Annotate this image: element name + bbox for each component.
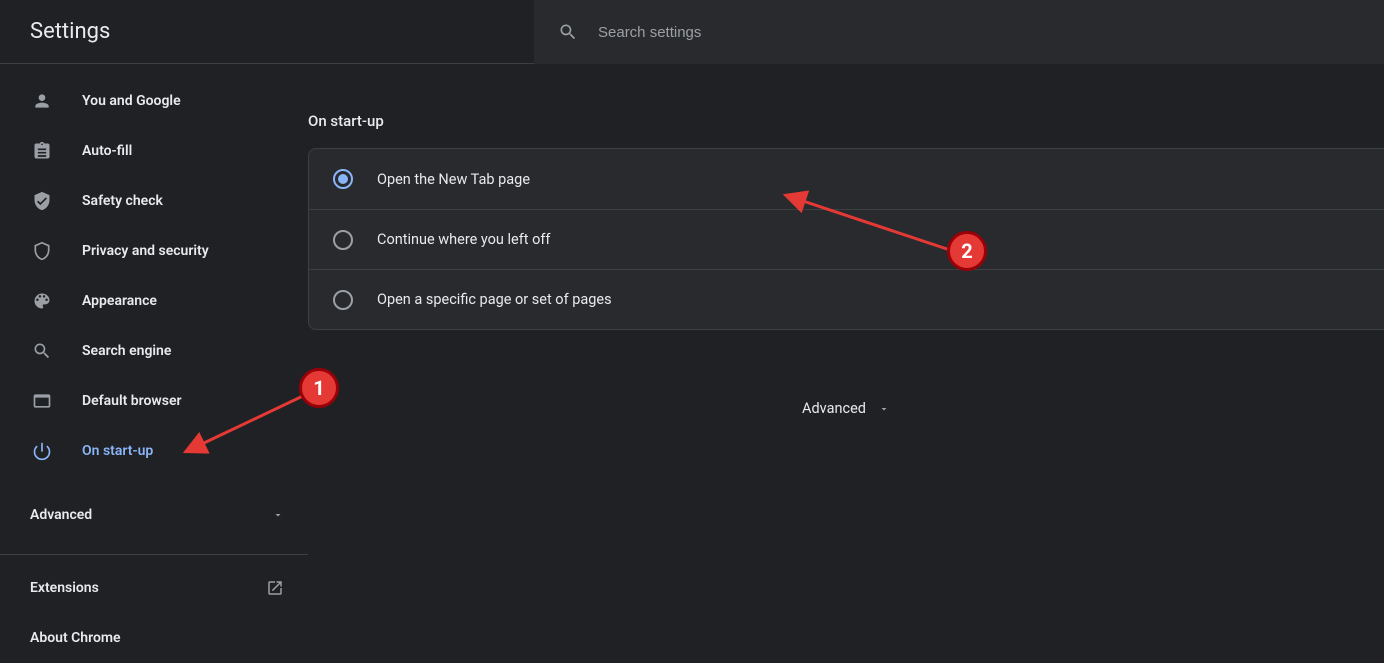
sidebar-item-auto-fill[interactable]: Auto-fill [0, 126, 308, 176]
sidebar-item-label: You and Google [82, 93, 181, 109]
sidebar-item-about-chrome[interactable]: About Chrome [0, 613, 308, 663]
sidebar-item-label: Default browser [82, 393, 182, 409]
startup-options-card: Open the New Tab page Continue where you… [308, 148, 1384, 330]
sidebar-item-default-browser[interactable]: Default browser [0, 376, 308, 426]
sidebar-item-label: Auto-fill [82, 143, 132, 159]
search-icon [30, 339, 54, 363]
option-label: Open a specific page or set of pages [377, 291, 612, 308]
browser-icon [30, 389, 54, 413]
chevron-down-icon [878, 403, 890, 415]
page-title: Settings [0, 19, 110, 44]
radio-icon [333, 230, 353, 250]
shield-icon [30, 239, 54, 263]
option-label: Continue where you left off [377, 231, 550, 248]
option-label: Open the New Tab page [377, 171, 530, 188]
annotation-marker-1: 1 [299, 368, 339, 408]
sidebar-item-you-and-google[interactable]: You and Google [0, 76, 308, 126]
sidebar-item-label: Safety check [82, 193, 163, 209]
sidebar-advanced-label: Advanced [30, 507, 92, 523]
palette-icon [30, 289, 54, 313]
chevron-down-icon [272, 509, 284, 521]
person-icon [30, 89, 54, 113]
divider [0, 554, 308, 555]
search-bar[interactable] [534, 0, 1384, 64]
sidebar-item-search-engine[interactable]: Search engine [0, 326, 308, 376]
sidebar-item-label: Appearance [82, 293, 157, 309]
power-icon [30, 439, 54, 463]
radio-icon [333, 169, 353, 189]
radio-icon [333, 290, 353, 310]
main-content: On start-up Open the New Tab page Contin… [308, 64, 1384, 661]
main-advanced-toggle[interactable]: Advanced [308, 400, 1384, 417]
option-open-specific-page[interactable]: Open a specific page or set of pages [309, 269, 1384, 329]
section-title: On start-up [308, 112, 1384, 130]
option-continue-where-left-off[interactable]: Continue where you left off [309, 209, 1384, 269]
sidebar-item-extensions[interactable]: Extensions [0, 563, 308, 613]
header: Settings [0, 0, 1384, 64]
search-input[interactable] [598, 24, 1098, 41]
open-in-new-icon [266, 579, 284, 597]
sidebar-item-label: On start-up [82, 443, 153, 459]
advanced-label: Advanced [802, 400, 866, 417]
annotation-marker-2: 2 [947, 231, 987, 271]
sidebar-item-label: About Chrome [30, 630, 121, 646]
search-icon [558, 22, 578, 42]
sidebar-item-appearance[interactable]: Appearance [0, 276, 308, 326]
shield-check-icon [30, 189, 54, 213]
sidebar-item-safety-check[interactable]: Safety check [0, 176, 308, 226]
sidebar-item-privacy-and-security[interactable]: Privacy and security [0, 226, 308, 276]
sidebar-item-label: Extensions [30, 580, 99, 596]
sidebar-item-label: Search engine [82, 343, 171, 359]
sidebar-item-on-start-up[interactable]: On start-up [0, 426, 308, 476]
sidebar: You and Google Auto-fill Safety check Pr… [0, 64, 308, 661]
sidebar-advanced-toggle[interactable]: Advanced [0, 490, 308, 540]
clipboard-icon [30, 139, 54, 163]
option-open-new-tab[interactable]: Open the New Tab page [309, 149, 1384, 209]
sidebar-item-label: Privacy and security [82, 243, 209, 259]
